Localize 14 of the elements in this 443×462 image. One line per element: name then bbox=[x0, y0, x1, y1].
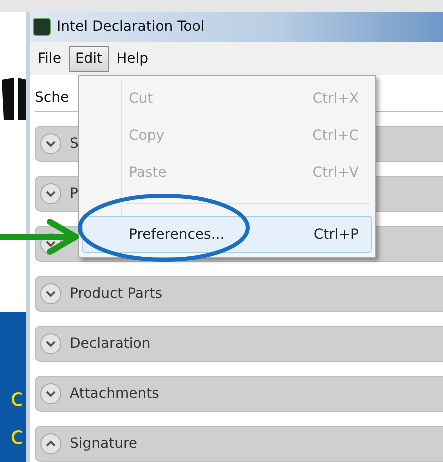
window-title: Intel Declaration Tool bbox=[57, 19, 205, 35]
slide-glyph-icon bbox=[0, 76, 28, 122]
section-header[interactable]: Signature bbox=[35, 426, 443, 462]
section-header[interactable]: Attachments bbox=[35, 376, 443, 412]
menu-bar-item[interactable]: Help bbox=[110, 46, 154, 72]
app-icon bbox=[33, 18, 51, 36]
menu-item[interactable]: Preferences... Ctrl+P bbox=[82, 216, 372, 253]
menu-bar-item[interactable]: Edit bbox=[69, 46, 109, 72]
section-header[interactable]: Declaration bbox=[35, 326, 443, 362]
field-label: Sche bbox=[35, 90, 70, 106]
slide-text: c bbox=[10, 421, 24, 452]
menu-bar-item[interactable]: File bbox=[32, 46, 68, 72]
section-header[interactable]: Product Parts bbox=[35, 276, 443, 312]
slide-text: c bbox=[10, 383, 24, 414]
